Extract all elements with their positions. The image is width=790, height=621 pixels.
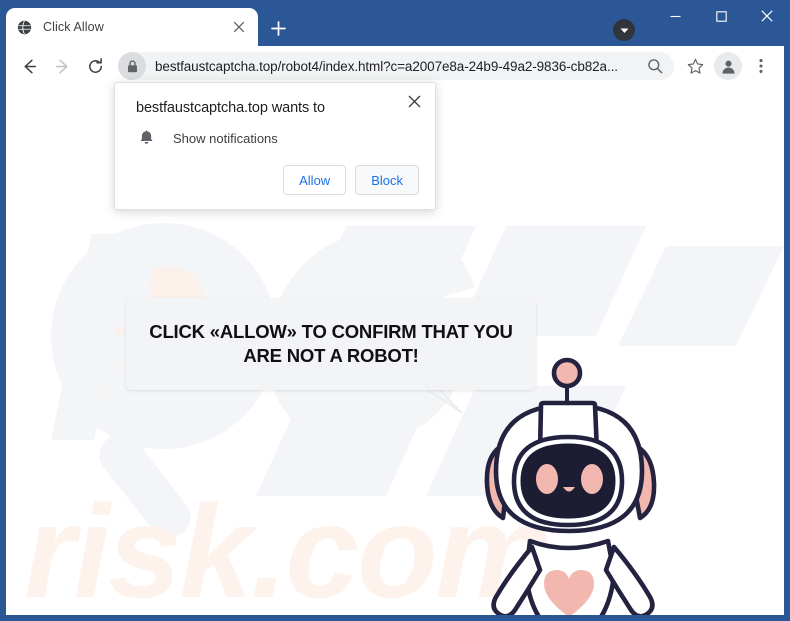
notification-permission-dialog: bestfaustcaptcha.top wants to Show notif… bbox=[114, 82, 436, 210]
bell-icon bbox=[136, 128, 156, 148]
three-dot-menu-icon[interactable] bbox=[746, 51, 776, 81]
window-minimize-button[interactable] bbox=[652, 0, 698, 32]
permission-request-row: Show notifications bbox=[136, 128, 278, 148]
address-bar[interactable]: bestfaustcaptcha.top/robot4/index.html?c… bbox=[118, 52, 674, 80]
url-text: bestfaustcaptcha.top/robot4/index.html?c… bbox=[155, 58, 618, 74]
search-zoom-icon[interactable] bbox=[644, 55, 666, 77]
tab-title: Click Allow bbox=[43, 20, 104, 34]
robot-mascot-illustration bbox=[484, 357, 657, 615]
new-tab-button[interactable] bbox=[266, 16, 290, 40]
forward-arrow-icon bbox=[55, 59, 68, 73]
watermark-domain: risk.com bbox=[24, 478, 553, 616]
back-button[interactable] bbox=[14, 51, 44, 81]
block-button[interactable]: Block bbox=[355, 165, 419, 195]
speech-bubble-line-1: CLICK «ALLOW» TO CONFIRM THAT YOU bbox=[149, 321, 513, 343]
downloads-indicator-icon[interactable] bbox=[613, 19, 635, 41]
globe-icon bbox=[17, 19, 32, 35]
window-controls bbox=[652, 0, 790, 38]
profile-avatar-icon[interactable] bbox=[714, 52, 742, 80]
window-maximize-button[interactable] bbox=[698, 0, 744, 32]
permission-dialog-actions: Allow Block bbox=[283, 165, 419, 195]
browser-window: Click Allow bestfaustcaptcha.top/robot4/… bbox=[0, 0, 790, 621]
browser-toolbar: bestfaustcaptcha.top/robot4/index.html?c… bbox=[6, 46, 784, 86]
permission-dialog-close-icon[interactable] bbox=[403, 90, 425, 112]
allow-button[interactable]: Allow bbox=[283, 165, 347, 195]
permission-dialog-title: bestfaustcaptcha.top wants to bbox=[136, 100, 325, 116]
lock-icon[interactable] bbox=[118, 52, 146, 80]
reload-button[interactable] bbox=[80, 51, 110, 81]
speech-bubble-tail bbox=[426, 389, 463, 414]
permission-request-label: Show notifications bbox=[173, 130, 278, 146]
reload-icon bbox=[88, 57, 102, 73]
bookmark-star-icon[interactable] bbox=[680, 51, 710, 81]
speech-bubble: CLICK «ALLOW» TO CONFIRM THAT YOU ARE NO… bbox=[126, 298, 536, 390]
tab-close-icon[interactable] bbox=[230, 18, 248, 36]
speech-bubble-text: CLICK «ALLOW» TO CONFIRM THAT YOU ARE NO… bbox=[149, 320, 513, 367]
forward-button[interactable] bbox=[47, 51, 77, 81]
speech-bubble-line-2: ARE NOT A ROBOT! bbox=[243, 345, 419, 366]
browser-tab[interactable]: Click Allow bbox=[6, 8, 258, 46]
tab-strip: Click Allow bbox=[0, 0, 790, 46]
back-arrow-icon bbox=[23, 59, 36, 73]
window-close-button[interactable] bbox=[744, 0, 790, 32]
